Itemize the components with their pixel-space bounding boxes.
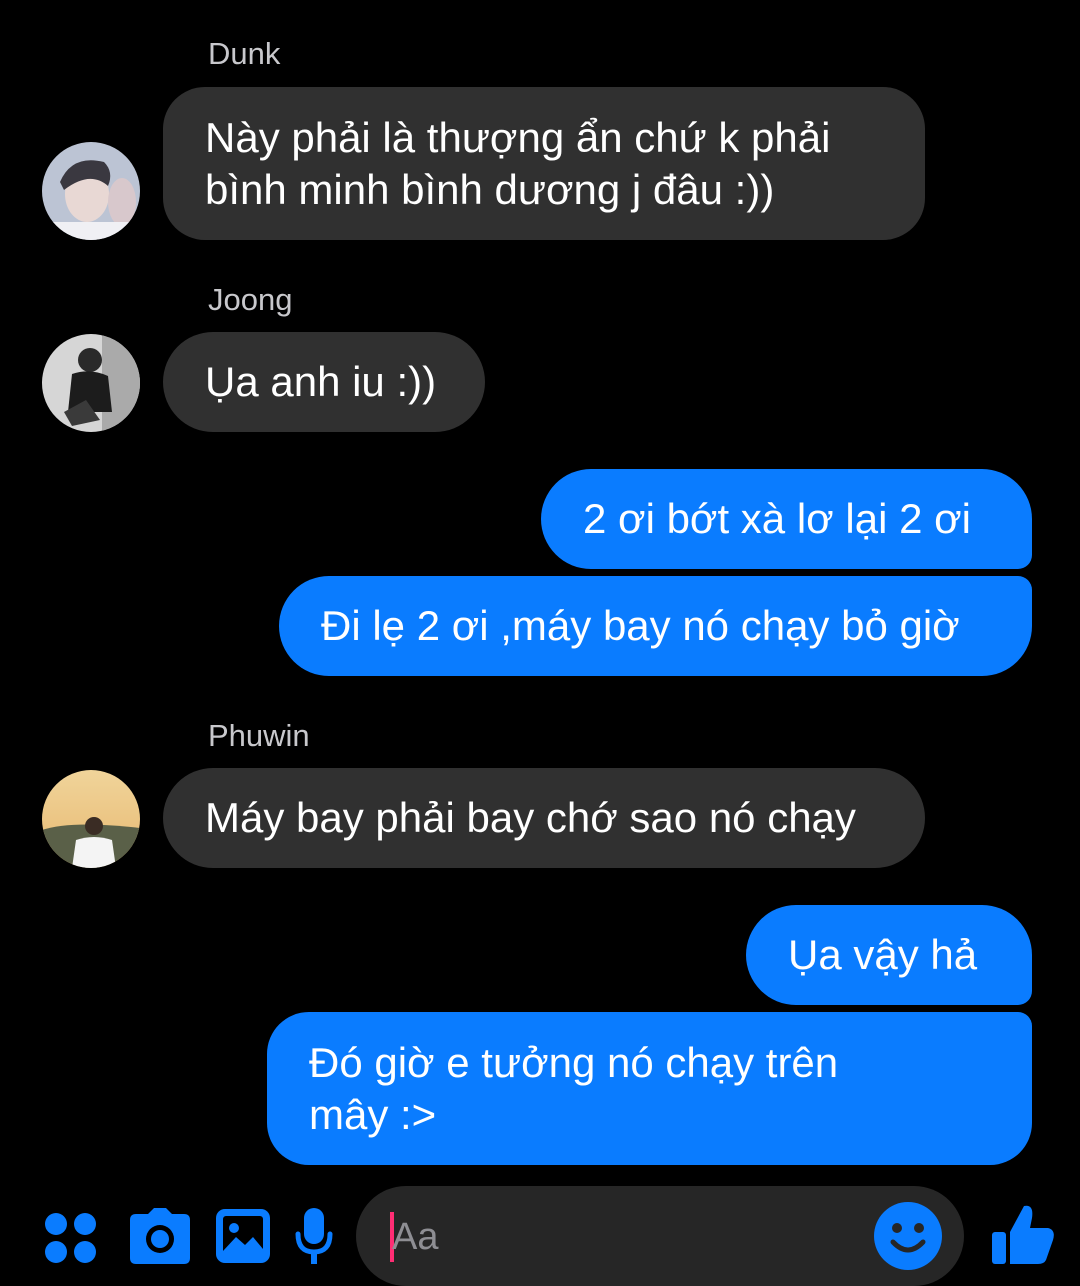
camera-icon[interactable]	[128, 1206, 192, 1269]
message-text: Máy bay phải bay chớ sao nó chạy	[205, 794, 856, 841]
message-text: Đó giờ e tưởng nó chạy trên mây :>	[309, 1038, 839, 1138]
message-text: Ụa anh iu :))	[205, 358, 437, 405]
message-bubble-outgoing[interactable]: Ụa vậy hả	[746, 905, 1032, 1005]
message-text: Ụa vậy hả	[788, 931, 978, 978]
message-text: Này phải là thượng ẩn chứ k phải bình mi…	[205, 113, 831, 213]
message-input[interactable]: Aa	[356, 1186, 964, 1286]
message-bubble-outgoing[interactable]: Đi lẹ 2 ơi ,máy bay nó chạy bỏ giờ	[279, 576, 1032, 676]
sender-name-dunk: Dunk	[208, 36, 281, 71]
message-bubble-incoming[interactable]: Này phải là thượng ẩn chứ k phải bình mi…	[163, 87, 925, 240]
message-bubble-incoming[interactable]: Ụa anh iu :))	[163, 332, 485, 432]
gallery-icon[interactable]	[214, 1207, 272, 1270]
message-bubble-outgoing[interactable]: Đó giờ e tưởng nó chạy trên mây :>	[267, 1012, 1032, 1165]
microphone-icon[interactable]	[294, 1206, 334, 1269]
avatar-dunk[interactable]	[42, 142, 140, 240]
emoji-icon[interactable]	[874, 1202, 942, 1275]
message-bubble-incoming[interactable]: Máy bay phải bay chớ sao nó chạy	[163, 768, 925, 868]
like-icon[interactable]	[990, 1202, 1056, 1269]
sender-name-joong: Joong	[208, 282, 293, 317]
message-bubble-outgoing[interactable]: 2 ơi bớt xà lơ lại 2 ơi	[541, 469, 1032, 569]
avatar-joong[interactable]	[42, 334, 140, 432]
message-text: Đi lẹ 2 ơi ,máy bay nó chạy bỏ giờ	[321, 602, 960, 649]
message-text: 2 ơi bớt xà lơ lại 2 ơi	[583, 495, 971, 542]
message-input-placeholder: Aa	[392, 1216, 439, 1258]
avatar-phuwin[interactable]	[42, 770, 140, 868]
apps-icon[interactable]	[44, 1212, 98, 1269]
sender-name-phuwin: Phuwin	[208, 718, 310, 753]
